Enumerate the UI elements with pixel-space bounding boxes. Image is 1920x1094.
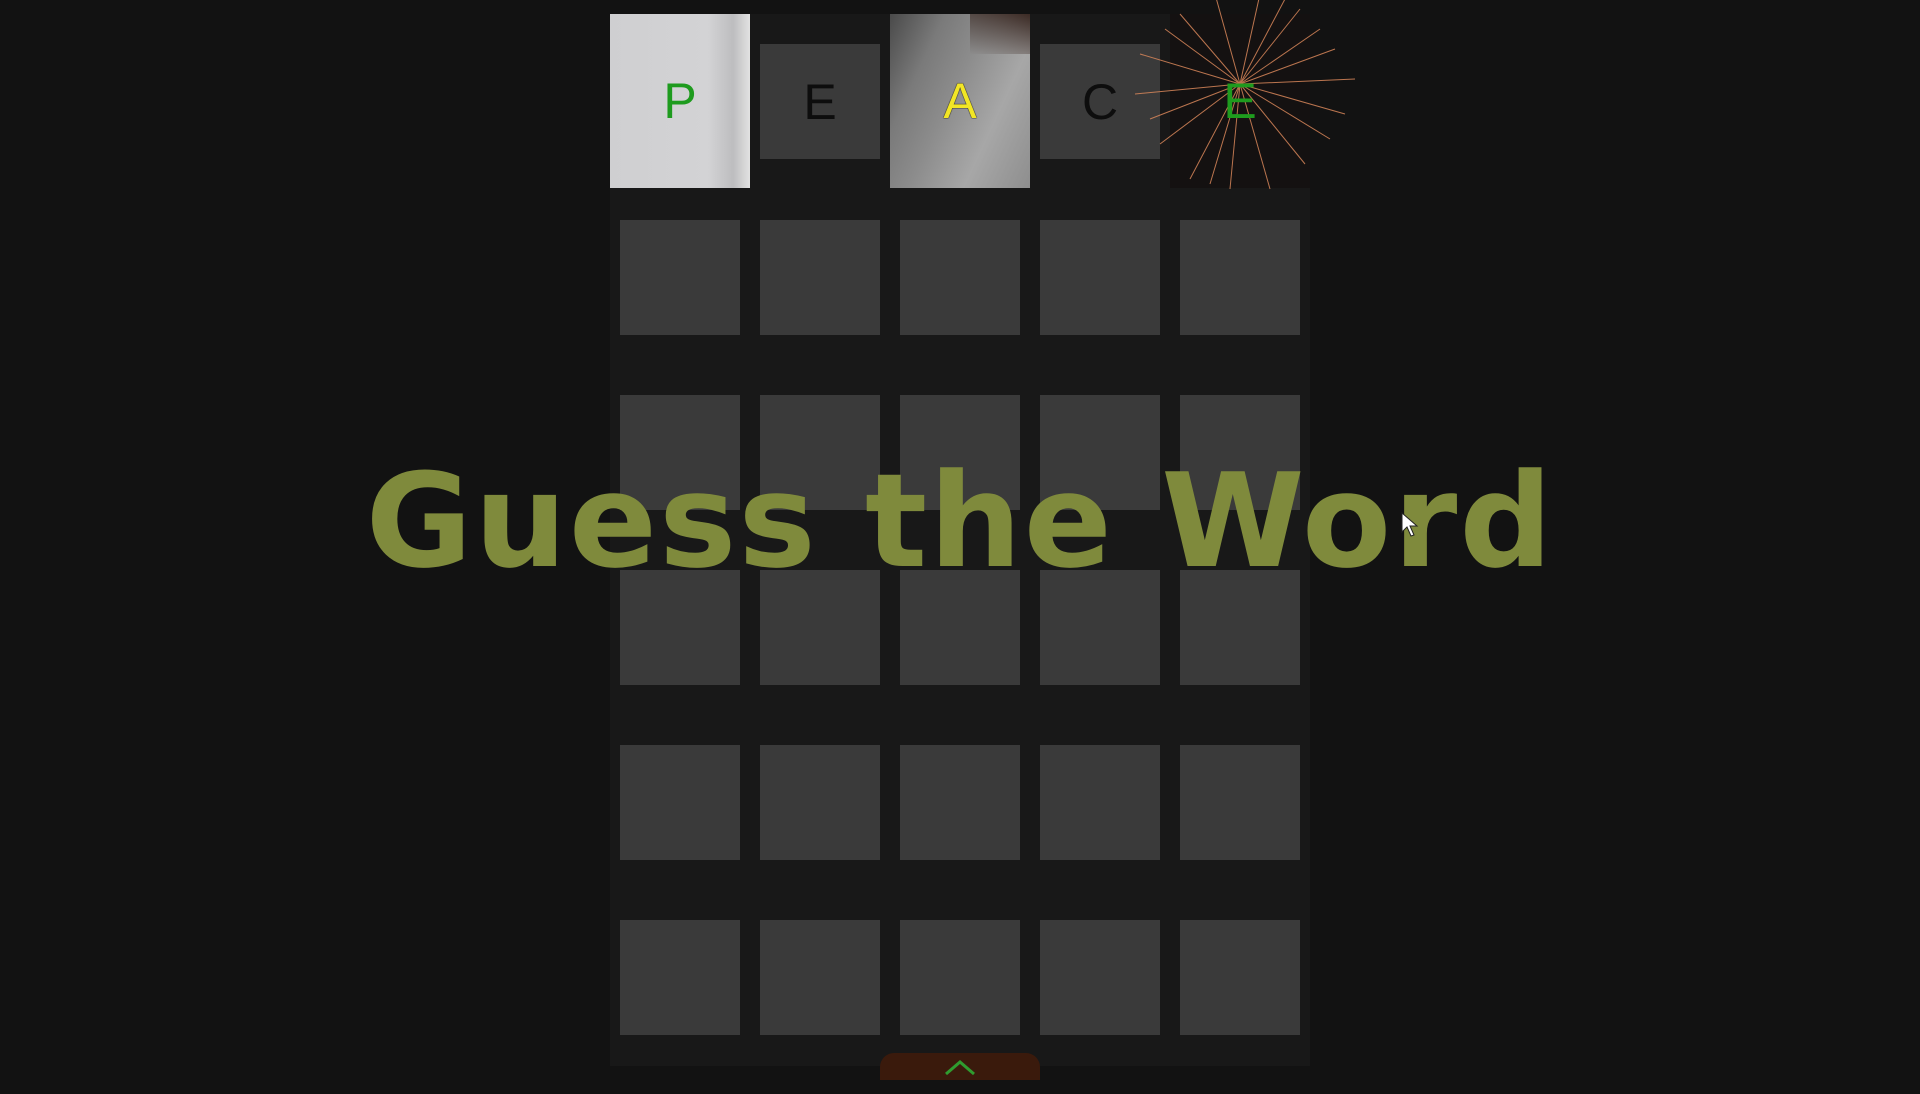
guess-row-3 [610,395,1310,569]
tile-letter: C [1081,73,1119,130]
guess-row-1: P E A C E [610,0,1356,190]
tile-empty [1040,220,1160,335]
tile-empty [620,570,740,685]
tile-1-1: P [610,14,750,188]
tile-empty [1180,745,1300,860]
tile-empty [1180,920,1300,1035]
tile-empty [900,220,1020,335]
tile-empty [1040,395,1160,510]
tile-empty [1180,220,1300,335]
tile-empty [1040,745,1160,860]
tile-empty [760,220,880,335]
tile-1-2: E [760,44,880,159]
tile-empty [760,920,880,1035]
tile-letter: A [943,73,977,129]
guess-row-5 [610,745,1310,919]
tile-empty [1040,920,1160,1035]
tile-empty [760,570,880,685]
tile-empty [1180,570,1300,685]
tile-empty [620,395,740,510]
game-board: P E A C E [610,0,1356,1066]
expand-panel-button[interactable] [880,1053,1040,1080]
guess-row-2 [610,220,1310,394]
mouse-cursor-icon [1401,512,1419,537]
tile-empty [900,745,1020,860]
tile-empty [620,920,740,1035]
tile-empty [1180,395,1300,510]
tile-empty [760,395,880,510]
chevron-up-icon [945,1059,975,1075]
tile-empty [900,570,1020,685]
tile-empty [620,220,740,335]
tile-empty [900,920,1020,1035]
tile-1-5: E [1134,0,1356,190]
tile-letter: E [1223,73,1257,129]
tile-empty [620,745,740,860]
tile-letter: P [663,73,697,129]
tile-empty [1040,570,1160,685]
tile-empty [760,745,880,860]
guess-row-4 [610,570,1310,744]
tile-letter: E [803,73,837,130]
tile-1-3: A [890,14,1030,188]
tile-empty [900,395,1020,510]
